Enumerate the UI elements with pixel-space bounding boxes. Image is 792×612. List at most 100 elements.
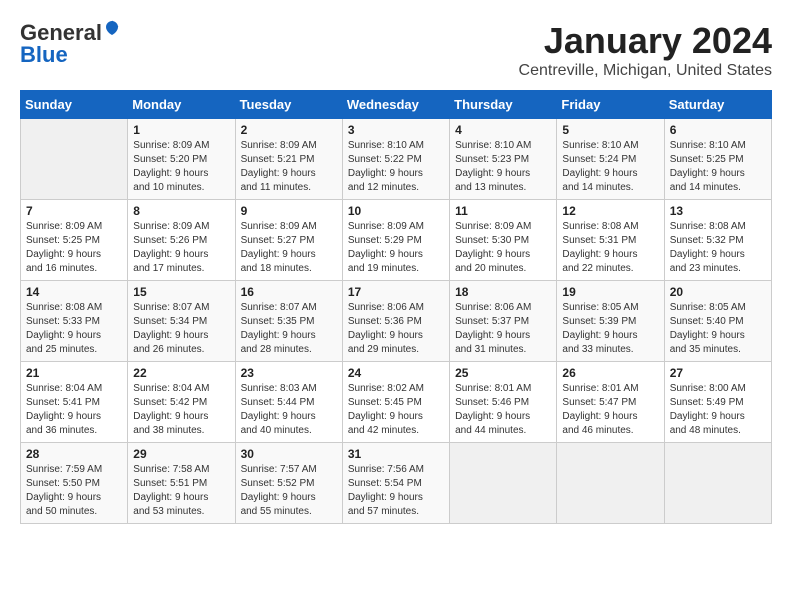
calendar-cell: 8 Sunrise: 8:09 AMSunset: 5:26 PMDaylight… — [128, 200, 235, 281]
day-number: 23 — [241, 366, 337, 380]
calendar-cell: 22 Sunrise: 8:04 AMSunset: 5:42 PMDayligh… — [128, 362, 235, 443]
day-info: Sunrise: 8:06 AMSunset: 5:36 PMDaylight:… — [348, 301, 444, 357]
calendar-cell: 21Sunrise: 8:04 AMSunset: 5:41 PMDayligh… — [21, 362, 128, 443]
day-info: Sunrise: 7:56 AMSunset: 5:54 PMDaylight:… — [348, 463, 444, 519]
calendar-cell: 27Sunrise: 8:00 AMSunset: 5:49 PMDayligh… — [664, 362, 771, 443]
day-number: 16 — [241, 285, 337, 299]
calendar-cell: 29 Sunrise: 7:58 AMSunset: 5:51 PMDayligh… — [128, 443, 235, 524]
day-number: 20 — [670, 285, 766, 299]
calendar-cell: 2 Sunrise: 8:09 AMSunset: 5:21 PMDaylight… — [235, 119, 342, 200]
day-number: 17 — [348, 285, 444, 299]
day-info: Sunrise: 8:05 AMSunset: 5:40 PMDaylight:… — [670, 301, 766, 357]
col-header-tuesday: Tuesday — [235, 91, 342, 119]
day-info: Sunrise: 8:09 AMSunset: 5:30 PMDaylight:… — [455, 220, 551, 276]
location-text: Centreville, Michigan, United States — [519, 62, 772, 80]
calendar-cell: 28 Sunrise: 7:59 AMSunset: 5:50 PMDayligh… — [21, 443, 128, 524]
calendar-cell — [21, 119, 128, 200]
calendar-header-row: SundayMondayTuesdayWednesdayThursdayFrid… — [21, 91, 772, 119]
day-number: 31 — [348, 447, 444, 461]
calendar-cell: 11 Sunrise: 8:09 AMSunset: 5:30 PMDayligh… — [450, 200, 557, 281]
calendar-cell: 15 Sunrise: 8:07 AMSunset: 5:34 PMDayligh… — [128, 281, 235, 362]
day-info: Sunrise: 8:09 AMSunset: 5:26 PMDaylight:… — [133, 220, 229, 276]
day-info: Sunrise: 8:02 AMSunset: 5:45 PMDaylight:… — [348, 382, 444, 438]
calendar-cell: 5Sunrise: 8:10 AMSunset: 5:24 PMDaylight… — [557, 119, 664, 200]
calendar-body: 1 Sunrise: 8:09 AMSunset: 5:20 PMDaylight… — [21, 119, 772, 524]
page-header: General Blue January 2024 Centreville, M… — [20, 20, 772, 80]
day-info: Sunrise: 8:09 AMSunset: 5:29 PMDaylight:… — [348, 220, 444, 276]
calendar-cell: 7 Sunrise: 8:09 AMSunset: 5:25 PMDaylight… — [21, 200, 128, 281]
calendar-cell: 13Sunrise: 8:08 AMSunset: 5:32 PMDayligh… — [664, 200, 771, 281]
day-info: Sunrise: 8:09 AMSunset: 5:20 PMDaylight:… — [133, 139, 229, 195]
col-header-saturday: Saturday — [664, 91, 771, 119]
calendar-cell: 26 Sunrise: 8:01 AMSunset: 5:47 PMDayligh… — [557, 362, 664, 443]
day-number: 18 — [455, 285, 551, 299]
day-info: Sunrise: 8:10 AMSunset: 5:24 PMDaylight:… — [562, 139, 658, 195]
day-number: 8 — [133, 204, 229, 218]
day-info: Sunrise: 8:09 AMSunset: 5:21 PMDaylight:… — [241, 139, 337, 195]
day-info: Sunrise: 7:58 AMSunset: 5:51 PMDaylight:… — [133, 463, 229, 519]
day-number: 7 — [26, 204, 122, 218]
day-info: Sunrise: 8:04 AMSunset: 5:42 PMDaylight:… — [133, 382, 229, 438]
calendar-table: SundayMondayTuesdayWednesdayThursdayFrid… — [20, 90, 772, 524]
col-header-wednesday: Wednesday — [342, 91, 449, 119]
calendar-cell: 3Sunrise: 8:10 AMSunset: 5:22 PMDaylight… — [342, 119, 449, 200]
day-number: 2 — [241, 123, 337, 137]
calendar-cell: 16Sunrise: 8:07 AMSunset: 5:35 PMDayligh… — [235, 281, 342, 362]
calendar-week-2: 14Sunrise: 8:08 AMSunset: 5:33 PMDayligh… — [21, 281, 772, 362]
day-info: Sunrise: 8:06 AMSunset: 5:37 PMDaylight:… — [455, 301, 551, 357]
calendar-week-4: 28 Sunrise: 7:59 AMSunset: 5:50 PMDayligh… — [21, 443, 772, 524]
day-info: Sunrise: 8:09 AMSunset: 5:25 PMDaylight:… — [26, 220, 122, 276]
day-info: Sunrise: 8:04 AMSunset: 5:41 PMDaylight:… — [26, 382, 122, 438]
day-number: 11 — [455, 204, 551, 218]
day-number: 15 — [133, 285, 229, 299]
calendar-cell: 19 Sunrise: 8:05 AMSunset: 5:39 PMDayligh… — [557, 281, 664, 362]
title-block: January 2024 Centreville, Michigan, Unit… — [519, 20, 772, 80]
calendar-cell: 1 Sunrise: 8:09 AMSunset: 5:20 PMDaylight… — [128, 119, 235, 200]
day-info: Sunrise: 8:01 AMSunset: 5:46 PMDaylight:… — [455, 382, 551, 438]
calendar-week-0: 1 Sunrise: 8:09 AMSunset: 5:20 PMDaylight… — [21, 119, 772, 200]
day-info: Sunrise: 8:10 AMSunset: 5:25 PMDaylight:… — [670, 139, 766, 195]
day-number: 19 — [562, 285, 658, 299]
day-info: Sunrise: 8:10 AMSunset: 5:22 PMDaylight:… — [348, 139, 444, 195]
calendar-cell: 30 Sunrise: 7:57 AMSunset: 5:52 PMDayligh… — [235, 443, 342, 524]
day-number: 25 — [455, 366, 551, 380]
day-number: 14 — [26, 285, 122, 299]
calendar-cell: 31 Sunrise: 7:56 AMSunset: 5:54 PMDayligh… — [342, 443, 449, 524]
calendar-cell — [557, 443, 664, 524]
calendar-week-3: 21Sunrise: 8:04 AMSunset: 5:41 PMDayligh… — [21, 362, 772, 443]
col-header-sunday: Sunday — [21, 91, 128, 119]
day-number: 30 — [241, 447, 337, 461]
day-number: 29 — [133, 447, 229, 461]
day-info: Sunrise: 8:10 AMSunset: 5:23 PMDaylight:… — [455, 139, 551, 195]
day-number: 28 — [26, 447, 122, 461]
calendar-cell: 20 Sunrise: 8:05 AMSunset: 5:40 PMDayligh… — [664, 281, 771, 362]
day-number: 12 — [562, 204, 658, 218]
day-number: 10 — [348, 204, 444, 218]
calendar-cell: 14Sunrise: 8:08 AMSunset: 5:33 PMDayligh… — [21, 281, 128, 362]
day-info: Sunrise: 8:09 AMSunset: 5:27 PMDaylight:… — [241, 220, 337, 276]
calendar-cell — [450, 443, 557, 524]
day-number: 22 — [133, 366, 229, 380]
day-number: 6 — [670, 123, 766, 137]
day-info: Sunrise: 8:08 AMSunset: 5:31 PMDaylight:… — [562, 220, 658, 276]
day-number: 26 — [562, 366, 658, 380]
day-number: 1 — [133, 123, 229, 137]
logo-blue-text: Blue — [20, 42, 68, 68]
day-info: Sunrise: 7:59 AMSunset: 5:50 PMDaylight:… — [26, 463, 122, 519]
day-number: 27 — [670, 366, 766, 380]
day-info: Sunrise: 8:05 AMSunset: 5:39 PMDaylight:… — [562, 301, 658, 357]
calendar-cell: 12 Sunrise: 8:08 AMSunset: 5:31 PMDayligh… — [557, 200, 664, 281]
calendar-cell: 23 Sunrise: 8:03 AMSunset: 5:44 PMDayligh… — [235, 362, 342, 443]
calendar-cell: 6 Sunrise: 8:10 AMSunset: 5:25 PMDaylight… — [664, 119, 771, 200]
day-info: Sunrise: 8:01 AMSunset: 5:47 PMDaylight:… — [562, 382, 658, 438]
col-header-monday: Monday — [128, 91, 235, 119]
col-header-thursday: Thursday — [450, 91, 557, 119]
col-header-friday: Friday — [557, 91, 664, 119]
day-info: Sunrise: 8:03 AMSunset: 5:44 PMDaylight:… — [241, 382, 337, 438]
day-info: Sunrise: 8:07 AMSunset: 5:34 PMDaylight:… — [133, 301, 229, 357]
day-number: 4 — [455, 123, 551, 137]
day-info: Sunrise: 7:57 AMSunset: 5:52 PMDaylight:… — [241, 463, 337, 519]
day-number: 24 — [348, 366, 444, 380]
calendar-cell — [664, 443, 771, 524]
day-info: Sunrise: 8:08 AMSunset: 5:32 PMDaylight:… — [670, 220, 766, 276]
